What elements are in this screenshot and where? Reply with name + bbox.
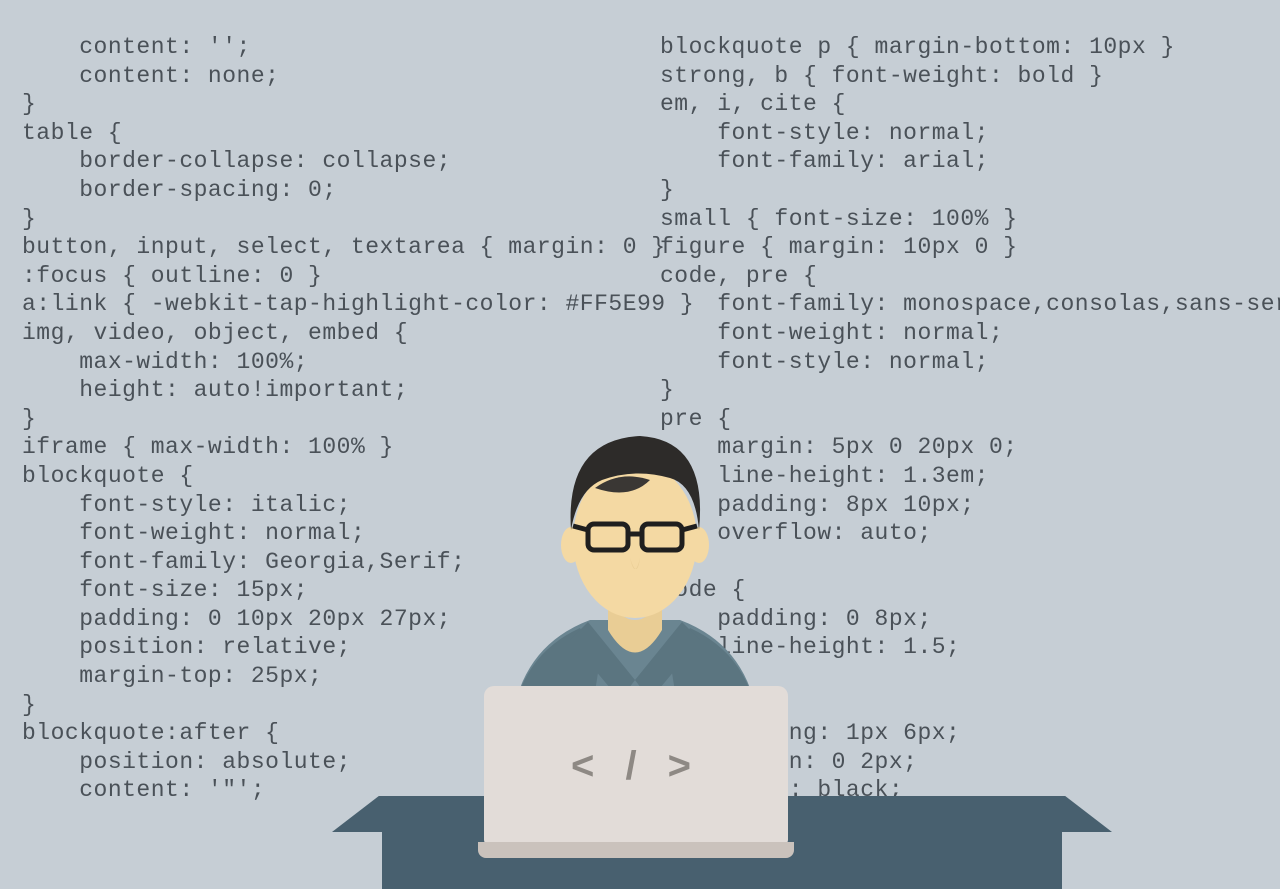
code-icon: < / > xyxy=(478,744,794,789)
laptop-base xyxy=(478,842,794,858)
laptop: < / > xyxy=(478,686,794,858)
illustration-stage: content: ''; content: none; } table { bo… xyxy=(0,0,1280,889)
